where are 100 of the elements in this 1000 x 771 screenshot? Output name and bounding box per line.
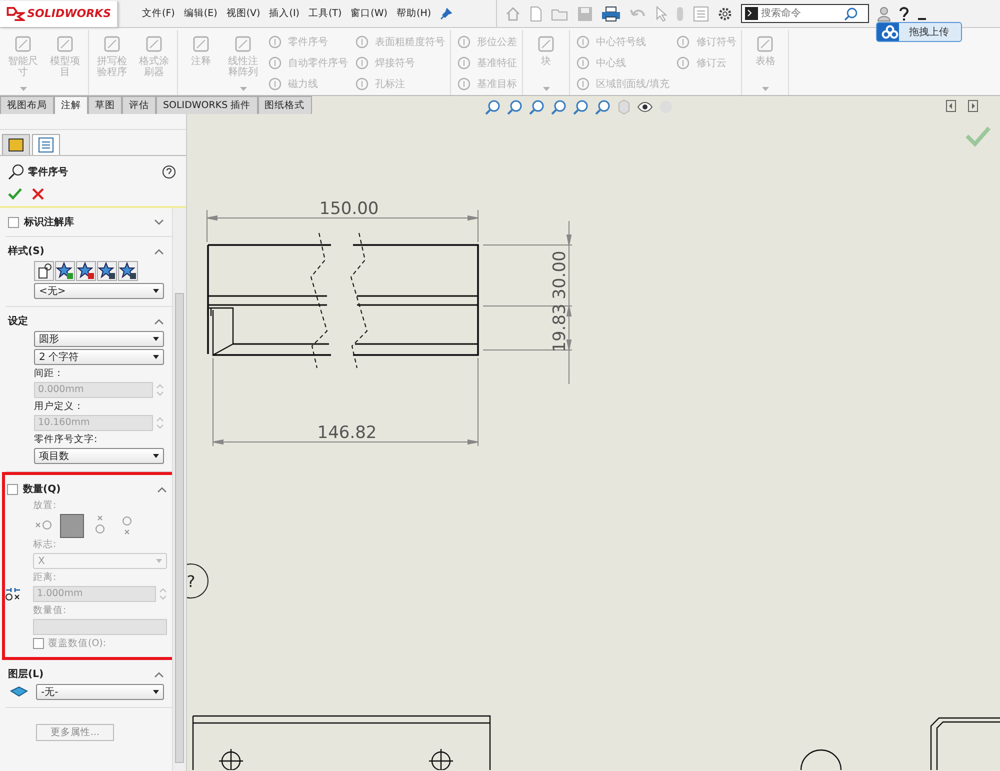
field-label: 用户定义：: [34, 400, 85, 413]
checkbox[interactable]: [33, 638, 44, 649]
chevron-icon[interactable]: [154, 218, 164, 226]
property-tab-icon[interactable]: [2, 134, 30, 155]
collapse-left-icon[interactable]: [946, 100, 956, 112]
pin-icon[interactable]: [440, 8, 452, 20]
field-label: 标志:: [33, 538, 58, 551]
field-label: 数量值:: [33, 604, 68, 617]
star-icon[interactable]: [118, 261, 138, 281]
cursor-icon[interactable]: [655, 6, 667, 22]
section-title: 标识注解库: [24, 215, 75, 229]
menu-item[interactable]: 视图(V): [226, 7, 260, 20]
dropdown[interactable]: 2 个字符: [34, 349, 164, 365]
command-tab[interactable]: 注解: [54, 96, 88, 114]
distance-icon: [5, 587, 21, 601]
tool-icon: [456, 76, 472, 92]
star-icon[interactable]: [97, 261, 117, 281]
input-field[interactable]: 10.160mm: [34, 415, 153, 431]
logo-mark-icon: [6, 4, 26, 22]
tool-icon: [456, 55, 472, 71]
checkbox[interactable]: [7, 484, 18, 494]
checkbox[interactable]: [8, 216, 19, 228]
menu-item[interactable]: 帮助(H): [396, 7, 432, 20]
dimension-text: 146.82: [317, 423, 377, 443]
tool-icon: [191, 34, 211, 54]
menu-item[interactable]: 文件(F): [142, 7, 175, 20]
field-label: 放置:: [33, 499, 58, 512]
section-title: 图层(L): [8, 668, 45, 681]
dimension-text: 30.00: [550, 250, 570, 300]
field-label: 间距：: [34, 367, 65, 380]
search-field[interactable]: 搜索命令: [741, 4, 869, 23]
menu-item[interactable]: 插入(I): [269, 7, 300, 20]
star-icon[interactable]: [55, 261, 75, 281]
tool-icon: [354, 34, 370, 50]
balloon: ?: [187, 564, 208, 598]
chevron-icon[interactable]: [154, 248, 164, 254]
tool-icon: [144, 34, 164, 54]
balloon-icon: [8, 164, 24, 180]
chevron-icon[interactable]: [157, 486, 167, 492]
dropdown[interactable]: <无>: [34, 283, 164, 299]
tool-icon: [267, 34, 283, 50]
logo-text: SOLIDWORKS: [27, 7, 111, 20]
tool-icon: [575, 34, 591, 50]
cloud-icon: [881, 25, 899, 39]
document-icon[interactable]: [529, 6, 543, 22]
section-title: 数量(Q): [23, 482, 62, 496]
tool-icon: [755, 34, 776, 54]
menu-item[interactable]: 编辑(E): [184, 7, 218, 20]
home-icon[interactable]: [505, 6, 521, 22]
chevron-icon[interactable]: [154, 670, 164, 678]
dimension-text: 19.83: [550, 304, 570, 352]
upload-button[interactable]: 拖拽上传: [876, 22, 962, 42]
style-button-icon[interactable]: [34, 261, 54, 281]
list-tab-icon[interactable]: [32, 134, 60, 155]
tool-icon: [267, 76, 283, 92]
field-label: 零件序号文字:: [34, 433, 98, 446]
collapse-right-icon[interactable]: [968, 100, 978, 112]
dropdown[interactable]: 圆形: [34, 331, 164, 347]
scrollbar[interactable]: [172, 208, 186, 771]
command-tab[interactable]: 评估: [122, 96, 156, 114]
section-title: 样式(S): [8, 244, 46, 258]
view-tool-icon[interactable]: [594, 99, 611, 115]
tool-icon: [575, 76, 591, 92]
placement-option-icon[interactable]: [60, 514, 84, 538]
search-input[interactable]: 搜索命令: [761, 8, 841, 19]
ok-icon[interactable]: [8, 188, 22, 200]
view-tool-icon[interactable]: [550, 99, 567, 115]
help-icon[interactable]: [899, 6, 909, 20]
chevron-icon[interactable]: [154, 318, 164, 324]
dropdown[interactable]: 项目数: [34, 448, 164, 464]
panel-title: 零件序号: [28, 165, 69, 179]
cancel-icon[interactable]: [32, 188, 44, 200]
star-icon[interactable]: [76, 261, 96, 281]
command-tab[interactable]: 视图布局: [0, 96, 54, 114]
view-tool-icon[interactable]: [506, 99, 523, 115]
printer-icon[interactable]: [601, 6, 621, 22]
help-icon[interactable]: [162, 165, 176, 179]
settings-icon[interactable]: [717, 6, 733, 22]
input-field[interactable]: 0.000mm: [34, 382, 153, 398]
tool-icon: [102, 34, 122, 54]
command-tab[interactable]: SOLIDWORKS 插件: [156, 96, 258, 114]
menu-item[interactable]: 工具(T): [308, 7, 342, 20]
view-tool-icon[interactable]: [484, 99, 501, 115]
tool-icon: [575, 55, 591, 71]
view-tool-icon[interactable]: [528, 99, 545, 115]
command-tab[interactable]: 图纸格式: [258, 96, 312, 114]
user-icon[interactable]: [877, 6, 891, 22]
view-tool-icon[interactable]: [572, 99, 589, 115]
menu-item[interactable]: 窗口(W): [350, 7, 388, 20]
input-field[interactable]: 1.000mm: [33, 586, 156, 602]
checkbox-label: 覆盖数值(O):: [48, 637, 106, 650]
dropdown[interactable]: X: [33, 553, 167, 569]
search-icon[interactable]: [844, 6, 858, 20]
more-properties-button[interactable]: 更多属性...: [36, 724, 114, 741]
eye-icon[interactable]: [636, 101, 653, 113]
dropdown[interactable]: -无-: [36, 684, 164, 700]
check-icon[interactable]: [966, 126, 990, 147]
command-tab[interactable]: 草图: [88, 96, 122, 114]
list-icon[interactable]: [693, 6, 709, 22]
input-field[interactable]: [33, 619, 167, 635]
